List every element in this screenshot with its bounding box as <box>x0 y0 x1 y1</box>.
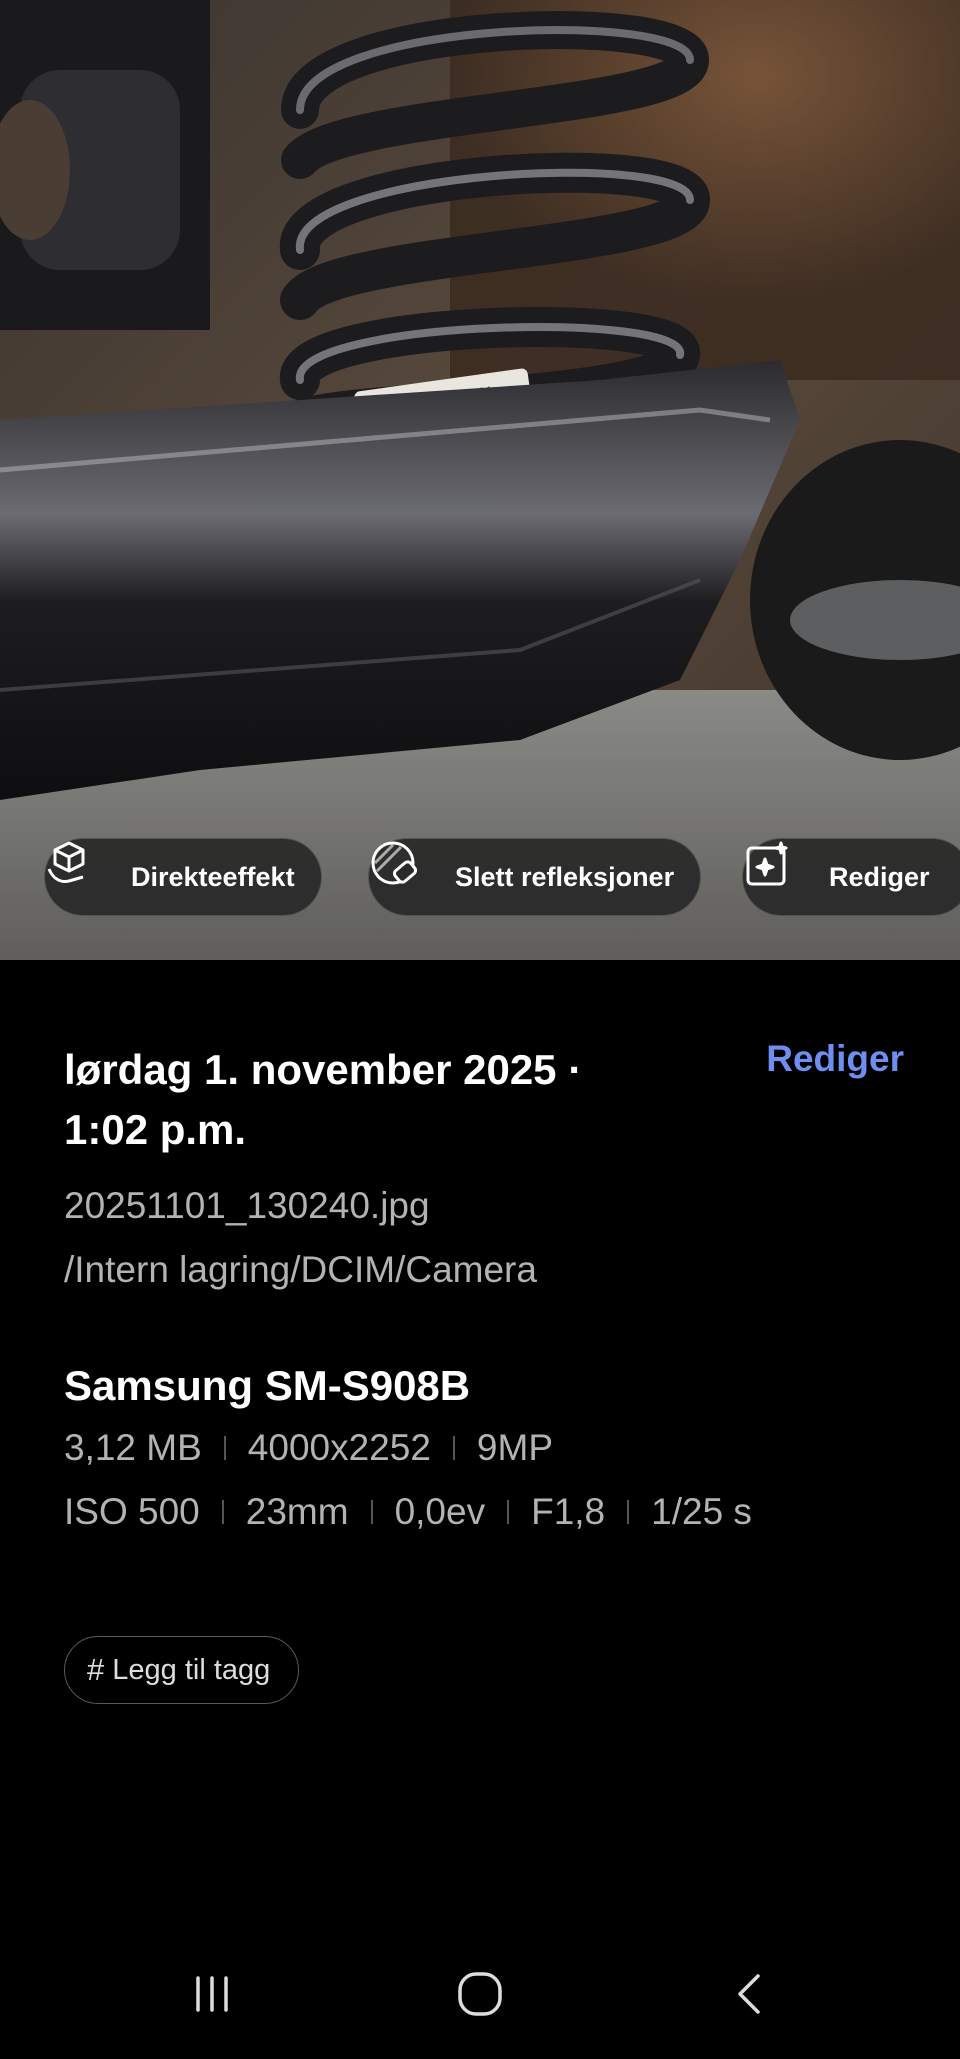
system-navigation-bar <box>0 1944 960 2044</box>
hashtag-icon: # <box>87 1652 105 1687</box>
home-icon <box>458 1972 502 2016</box>
photo-time: 1:02 p.m. <box>64 1106 247 1153</box>
edit-sparkle-icon <box>746 841 817 903</box>
recents-button[interactable] <box>182 1966 242 2022</box>
image-resolution: 4000x2252 <box>247 1427 431 1468</box>
divider <box>452 1436 455 1460</box>
photo-date-line1: lørdag 1. november 2025 · <box>64 1046 583 1093</box>
file-name: 20251101_130240.jpg <box>64 1185 430 1226</box>
add-tag-button[interactable]: # Legg til tagg <box>64 1636 300 1704</box>
exposure-value: 0,0ev <box>394 1491 486 1532</box>
remove-reflections-button[interactable]: Slett refleksjoner <box>368 838 702 916</box>
edit-photo-button[interactable]: Rediger <box>742 838 960 916</box>
home-button[interactable] <box>450 1966 510 2022</box>
file-path: /Intern lagring/DCIM/Camera <box>64 1249 537 1290</box>
divider <box>223 1436 226 1460</box>
photo-date: lørdag 1. november 2025 · 1:02 p.m. <box>64 1040 684 1160</box>
photo-image: SACHS 994 361 <box>0 0 960 960</box>
divider <box>221 1500 224 1524</box>
remove-reflections-label: Slett refleksjoner <box>455 861 675 892</box>
back-icon <box>738 1974 760 2014</box>
file-info-row: 3,12 MB 4000x2252 9MP <box>64 1416 904 1480</box>
file-size: 3,12 MB <box>64 1427 202 1468</box>
recents-icon <box>196 1976 228 2012</box>
edit-photo-label: Rediger <box>829 861 930 892</box>
eraser-icon <box>371 841 443 903</box>
back-button[interactable] <box>720 1966 780 2022</box>
iso-value: ISO 500 <box>64 1491 200 1532</box>
divider <box>627 1500 630 1524</box>
photo-details: lørdag 1. november 2025 · 1:02 p.m. Redi… <box>64 1038 904 1544</box>
shutter-speed: 1/25 s <box>651 1491 752 1532</box>
cube-hand-icon <box>47 841 119 903</box>
aperture: F1,8 <box>531 1491 606 1532</box>
camera-model: Samsung SM-S908B <box>64 1362 471 1409</box>
photo-action-chips: Direkteeffekt Slett refleksjoner Rediger <box>0 838 960 916</box>
divider <box>507 1500 510 1524</box>
edit-date-link[interactable]: Rediger <box>766 1038 904 1080</box>
live-effect-button[interactable]: Direkteeffekt <box>44 838 322 916</box>
focal-length: 23mm <box>245 1491 349 1532</box>
add-tag-label: Legg til tagg <box>112 1653 271 1686</box>
live-effect-label: Direkteeffekt <box>131 861 295 892</box>
divider <box>370 1500 373 1524</box>
megapixels: 9MP <box>476 1427 553 1468</box>
photo-preview[interactable]: SACHS 994 361 Direkteeffekt <box>0 0 960 960</box>
exposure-info-row: ISO 500 23mm 0,0ev F1,8 1/25 s <box>64 1480 904 1544</box>
